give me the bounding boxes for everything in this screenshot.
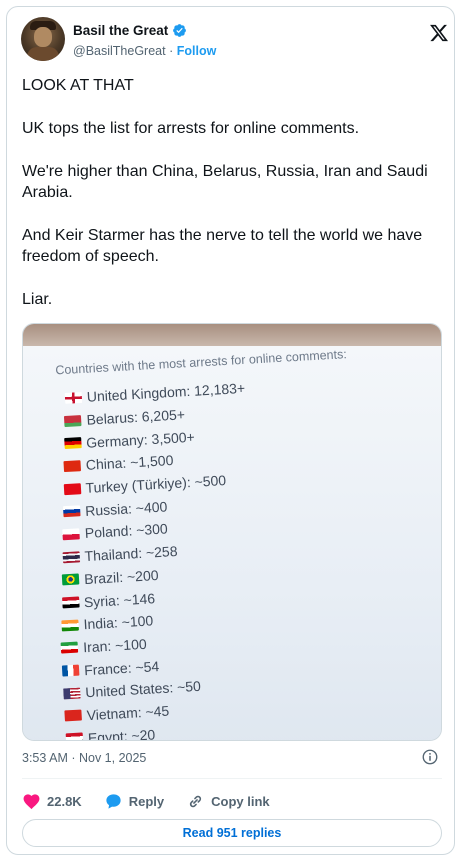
slide-list-item-text: Vietnam: ~45 [86,702,170,724]
flag-poland-icon [62,528,81,541]
flag-belarus-icon [64,414,82,427]
tweet-paragraph: We're higher than China, Belarus, Russia… [22,163,428,201]
flag-russia-icon [62,505,81,518]
read-replies-button[interactable]: Read 951 replies [22,819,442,847]
slide-list-item-text: Thailand: ~258 [84,543,178,565]
flag-syria-icon [61,596,80,609]
flag-egypt-icon [65,732,84,740]
verified-badge-icon [173,24,187,37]
avatar-body [27,47,59,61]
flag-turkey-icon [63,482,81,495]
avatar-face [34,27,52,47]
slide-list-item-text: Egypt: ~20 [87,726,156,741]
tweet-paragraph: LOOK AT THAT [22,77,134,94]
tweet-paragraph: Liar. [22,291,53,308]
slide-list-item-text: Syria: ~146 [83,589,156,610]
tweet-card: Basil the Great @BasilTheGreat · Follow … [6,6,455,855]
tweet-actions: 22.8K Reply Copy link [22,787,292,815]
follow-button[interactable]: Follow [177,44,217,58]
flag-thailand-icon [62,551,80,563]
flag-vietnam-icon [64,709,82,722]
slide-list-item-text: France: ~54 [83,657,160,678]
flag-india-icon [61,619,79,632]
flag-france-icon [61,664,80,677]
flag-brazil-icon [61,573,80,586]
flag-germany-icon [63,437,82,450]
divider [22,778,442,779]
reply-button[interactable]: Reply [104,792,164,811]
slide-list-item-text: Poland: ~300 [84,520,169,542]
slide-list-item-text: China: ~1,500 [85,452,174,474]
tweet-text: LOOK AT THAT UK tops the list for arrest… [22,75,442,332]
flag-uk-icon [64,391,83,404]
flag-china-icon [63,460,82,473]
slide-list: United Kingdom: 12,183+ Belarus: 6,205+ Ge… [46,367,441,741]
heart-icon [23,793,40,809]
flag-iran-icon [60,641,79,654]
slide-list-item-text: United States: ~50 [84,678,202,701]
author-name[interactable]: Basil the Great [73,23,168,38]
author-handle-row: @BasilTheGreat · Follow [73,44,216,58]
projector-screen: Countries with the most arrests for onli… [23,343,441,741]
slide-list-item-text: India: ~100 [83,612,154,633]
tweet-timestamp[interactable]: 3:53 AM · Nov 1, 2025 [22,751,146,765]
copy-link-label: Copy link [211,793,270,809]
slide-list-item-text: Iran: ~100 [82,635,148,656]
handle-separator: · [169,44,174,58]
link-icon [190,795,202,807]
like-button[interactable]: 22.8K [22,792,82,811]
author-handle[interactable]: @BasilTheGreat [73,44,166,58]
reply-bubble-icon [106,793,121,809]
copy-link-button[interactable]: Copy link [186,792,270,811]
slide-content: Countries with the most arrests for onli… [45,343,441,741]
slide-list-item-text: Brazil: ~200 [83,566,159,587]
reply-label: Reply [128,793,165,809]
flag-usa-icon [63,687,81,700]
author-name-row: Basil the Great [73,23,187,38]
tweet-paragraph: UK tops the list for arrests for online … [22,120,360,137]
slide-list-item-text: Belarus: 6,205+ [86,406,186,428]
x-logo-icon[interactable] [429,23,449,43]
tweet-header: Basil the Great @BasilTheGreat · Follow [21,17,449,65]
info-icon[interactable] [421,748,439,766]
slide-list-item-text: Russia: ~400 [84,498,168,519]
tweet-paragraph: And Keir Starmer has the nerve to tell t… [22,227,423,265]
likes-count: 22.8K [47,793,82,809]
avatar[interactable] [21,17,65,61]
slide-list-item-text: Germany: 3,500+ [85,428,196,451]
tweet-media-photo[interactable]: Countries with the most arrests for onli… [22,323,442,741]
